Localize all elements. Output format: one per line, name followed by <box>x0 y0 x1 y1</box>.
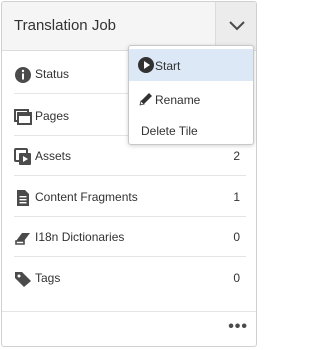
row-count: 1 <box>233 190 240 204</box>
menu-item-label: Delete Tile <box>141 124 198 138</box>
menu-item-start[interactable]: Start <box>129 49 253 81</box>
info-icon <box>15 67 31 83</box>
tag-icon <box>15 272 31 287</box>
row-count: 0 <box>233 230 240 244</box>
menu-item-label: Start <box>155 59 181 73</box>
row-label: Tags <box>35 271 61 285</box>
tile-title: Translation Job <box>14 17 116 34</box>
row-label: I18n Dictionaries <box>35 230 125 244</box>
tile-header: Translation Job <box>2 2 256 51</box>
row-content-fragments[interactable]: Content Fragments 1 <box>2 177 256 217</box>
row-label: Pages <box>35 109 70 123</box>
play-icon <box>138 57 154 73</box>
menu-item-delete-tile[interactable]: Delete Tile <box>129 114 253 146</box>
assets-icon <box>14 148 31 165</box>
content-fragment-icon <box>17 190 29 206</box>
row-label: Content Fragments <box>35 190 138 204</box>
row-i18n-dictionaries[interactable]: I18n Dictionaries 0 <box>2 217 256 257</box>
divider <box>14 175 246 176</box>
row-label: Assets <box>35 149 72 163</box>
menu-item-label: Rename <box>155 93 201 107</box>
tile-actions-menu: Start Rename Delete Tile <box>128 45 254 145</box>
dictionary-icon <box>15 233 30 245</box>
pages-icon <box>14 109 32 125</box>
divider <box>14 256 246 257</box>
row-tags[interactable]: Tags 0 <box>2 258 256 298</box>
row-count: 2 <box>233 149 240 163</box>
more-actions-button[interactable]: ••• <box>228 318 248 336</box>
chevron-down-icon <box>228 20 245 30</box>
tile-menu-button[interactable] <box>215 2 256 49</box>
tile-footer: ••• <box>2 311 256 346</box>
menu-item-rename[interactable]: Rename <box>129 83 253 115</box>
row-label: Status <box>35 67 70 81</box>
pencil-icon <box>139 93 152 106</box>
row-count: 0 <box>233 271 240 285</box>
